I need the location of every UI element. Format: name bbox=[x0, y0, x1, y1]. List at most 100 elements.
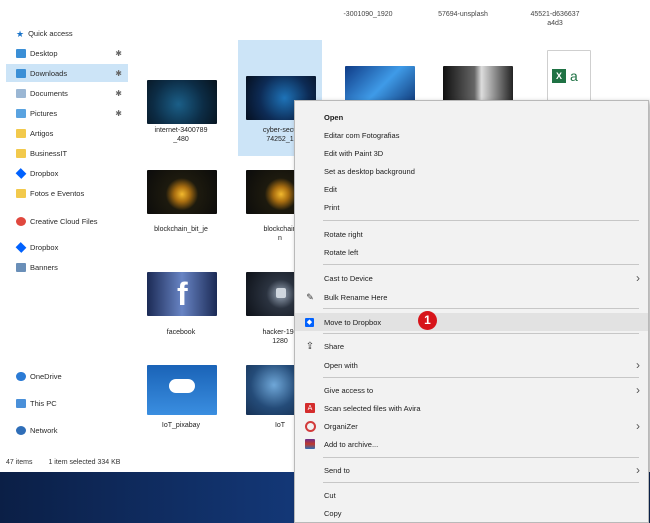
menu-label: Scan selected files with Avira bbox=[324, 403, 421, 413]
winrar-icon bbox=[305, 439, 315, 449]
nav-downloads[interactable]: Downloads ✱ bbox=[6, 64, 128, 82]
cloud-icon bbox=[169, 379, 195, 393]
organizer-icon bbox=[305, 420, 316, 432]
nav-label: Artigos bbox=[30, 128, 54, 138]
menu-label: Cut bbox=[324, 490, 336, 500]
menu-item-move-to-dropbox[interactable]: ◆ Move to Dropbox bbox=[295, 313, 648, 331]
facebook-logo: f bbox=[177, 276, 188, 312]
menu-label: Edit with Paint 3D bbox=[324, 148, 384, 158]
file-name-label: -3001090_1920 bbox=[343, 11, 393, 18]
menu-item-cut[interactable]: Cut bbox=[295, 486, 648, 504]
pin-icon: ✱ bbox=[115, 88, 122, 98]
pin-icon: ✱ bbox=[115, 108, 122, 118]
menu-item-editar-com-fotografias[interactable]: Editar com Fotografias bbox=[295, 126, 648, 144]
menu-label: Bulk Rename Here bbox=[324, 292, 388, 302]
dropbox-icon: ◆ bbox=[305, 317, 314, 327]
menu-item-set-as-desktop-background[interactable]: Set as desktop background bbox=[295, 162, 648, 180]
menu-separator bbox=[323, 482, 639, 483]
menu-item-copy[interactable]: Copy bbox=[295, 504, 648, 522]
rename-icon: ✎ bbox=[306, 291, 314, 302]
nav-label: Fotos e Eventos bbox=[30, 188, 85, 198]
nav-label: Pictures bbox=[30, 108, 58, 118]
menu-item-bulk-rename-here[interactable]: ✎ Bulk Rename Here bbox=[295, 288, 648, 306]
nav-onedrive[interactable]: OneDrive bbox=[6, 367, 128, 385]
menu-item-edit-with-paint-3d[interactable]: Edit with Paint 3D bbox=[295, 144, 648, 162]
menu-item-scan-with-avira[interactable]: A Scan selected files with Avira bbox=[295, 399, 648, 417]
menu-label: OrganiZer bbox=[324, 421, 358, 431]
excel-file-icon: X a bbox=[547, 50, 591, 102]
menu-separator bbox=[323, 220, 639, 221]
thumbnail: f bbox=[147, 272, 217, 316]
nav-label: This PC bbox=[30, 398, 57, 408]
nav-artigos[interactable]: Artigos bbox=[6, 124, 128, 142]
callout-number-badge: 1 bbox=[418, 311, 437, 330]
star-icon: ★ bbox=[16, 28, 25, 39]
nav-this-pc[interactable]: This PC bbox=[6, 394, 128, 412]
share-icon: ⇪ bbox=[305, 340, 315, 352]
pin-icon: ✱ bbox=[115, 48, 122, 58]
file-name: IoT_pixabay bbox=[161, 422, 201, 429]
nav-documents[interactable]: Documents ✱ bbox=[6, 84, 128, 102]
thumbnail bbox=[147, 365, 217, 415]
nav-network[interactable]: Network bbox=[6, 421, 128, 439]
menu-item-open[interactable]: Open bbox=[295, 108, 648, 126]
nav-label: Network bbox=[30, 425, 58, 435]
dropbox-icon bbox=[15, 241, 27, 253]
nav-label: Creative Cloud Files bbox=[30, 216, 98, 226]
nav-banners[interactable]: Banners bbox=[6, 258, 128, 276]
submenu-arrow-icon: › bbox=[636, 419, 640, 433]
menu-label: Share bbox=[324, 341, 345, 351]
nav-creative-cloud-files[interactable]: Creative Cloud Files bbox=[6, 212, 128, 230]
this-pc-icon bbox=[16, 398, 26, 408]
menu-separator bbox=[323, 377, 639, 378]
menu-label: Cast to Device bbox=[324, 273, 373, 283]
menu-label: Open bbox=[324, 112, 344, 122]
file-name-label: 57694-unsplash bbox=[438, 11, 488, 18]
file-tile[interactable]: IoT_pixabay bbox=[139, 365, 223, 435]
menu-item-send-to[interactable]: Send to › bbox=[295, 461, 648, 479]
menu-item-open-with[interactable]: Open with › bbox=[295, 356, 648, 374]
nav-label: Desktop bbox=[30, 48, 58, 58]
file-name-label: 45521-d636637 a4d3 bbox=[530, 11, 580, 27]
menu-item-organizer[interactable]: OrganiZer › bbox=[295, 417, 648, 435]
nav-pictures[interactable]: Pictures ✱ bbox=[6, 104, 128, 122]
menu-item-cast-to-device[interactable]: Cast to Device › bbox=[295, 269, 648, 287]
nav-dropbox[interactable]: Dropbox bbox=[6, 238, 128, 256]
context-menu: Open Editar com Fotografias Edit with Pa… bbox=[294, 100, 649, 523]
menu-label: Set as desktop background bbox=[324, 166, 415, 176]
nav-quick-access[interactable]: ★ Quick access bbox=[6, 24, 128, 42]
menu-item-share[interactable]: ⇪ Share bbox=[295, 337, 648, 355]
file-name: facebook bbox=[166, 329, 196, 336]
nav-label: Banners bbox=[30, 262, 58, 272]
menu-item-rotate-left[interactable]: Rotate left bbox=[295, 243, 648, 261]
excel-badge: X bbox=[552, 69, 566, 83]
file-name: internet-3400789 _480 bbox=[154, 127, 208, 143]
nav-label: OneDrive bbox=[30, 371, 62, 381]
file-tile[interactable]: blockchain_bit_je bbox=[139, 170, 223, 240]
file-tile-excel[interactable]: X a bbox=[527, 50, 611, 106]
avira-icon: A bbox=[305, 403, 315, 413]
nav-label: Downloads bbox=[30, 68, 68, 78]
nav-label: Documents bbox=[30, 88, 68, 98]
menu-item-print[interactable]: Print bbox=[295, 198, 648, 216]
menu-label: Edit bbox=[324, 184, 337, 194]
pictures-folder-icon bbox=[16, 108, 26, 118]
downloads-folder-icon bbox=[16, 68, 26, 78]
file-tile[interactable]: f facebook bbox=[139, 272, 223, 342]
menu-item-edit[interactable]: Edit bbox=[295, 180, 648, 198]
desktop-folder-icon bbox=[16, 48, 26, 58]
excel-letter: a bbox=[570, 68, 578, 84]
nav-desktop[interactable]: Desktop ✱ bbox=[6, 44, 128, 62]
nav-dropbox-pinned[interactable]: Dropbox bbox=[6, 164, 128, 182]
submenu-arrow-icon: › bbox=[636, 358, 640, 372]
menu-label: Move to Dropbox bbox=[324, 317, 382, 327]
submenu-arrow-icon: › bbox=[636, 463, 640, 477]
menu-item-add-to-archive[interactable]: Add to archive... bbox=[295, 435, 648, 453]
menu-item-give-access-to[interactable]: Give access to › bbox=[295, 381, 648, 399]
nav-businessit[interactable]: BusinessIT bbox=[6, 144, 128, 162]
menu-separator bbox=[323, 333, 639, 334]
file-tile[interactable]: internet-3400789 _480 bbox=[139, 76, 223, 156]
submenu-arrow-icon: › bbox=[636, 383, 640, 397]
nav-fotos-e-eventos[interactable]: Fotos e Eventos bbox=[6, 184, 128, 202]
menu-item-rotate-right[interactable]: Rotate right bbox=[295, 225, 648, 243]
